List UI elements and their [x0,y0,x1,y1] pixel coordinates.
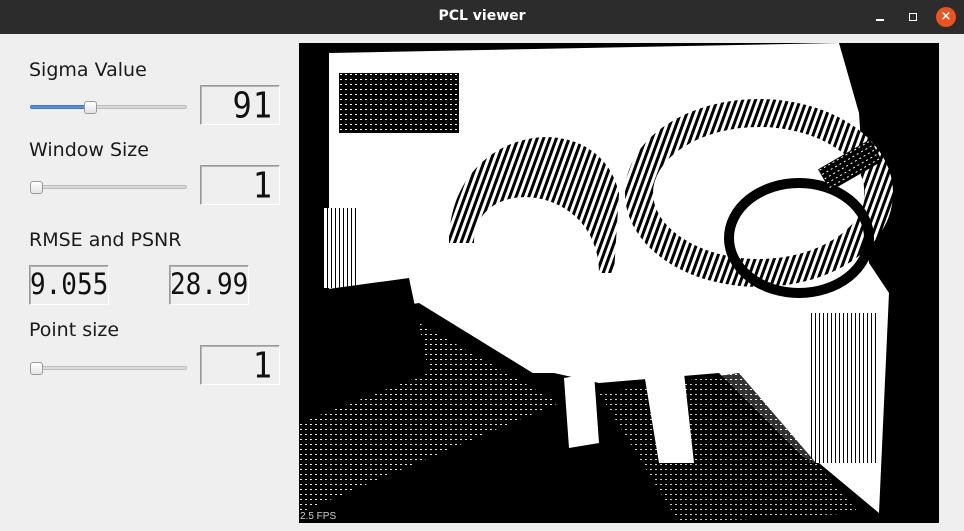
right-shelf [809,313,879,463]
window-title: PCL viewer [438,8,526,24]
sigma-slider-handle[interactable] [84,101,97,114]
sigma-slider[interactable] [30,101,187,115]
sigma-slider-fill [30,105,90,109]
window-size-slider[interactable] [30,181,187,195]
window-size-label: Window Size [29,139,149,161]
close-icon[interactable]: × [936,7,956,27]
fps-counter: 2.5 FPS [300,511,337,522]
point-size-slider-handle[interactable] [30,362,43,375]
rmse-lcd: 9.055 [29,265,109,305]
point-size-slider[interactable] [30,362,187,376]
left-panel [324,208,359,288]
maximize-icon[interactable] [903,7,923,27]
title-bar: PCL viewer × [0,0,964,34]
point-size-slider-track[interactable] [30,366,187,370]
minimize-icon[interactable] [870,7,890,27]
sigma-label: Sigma Value [29,59,147,81]
rmse-psnr-label: RMSE and PSNR [29,229,182,251]
sigma-lcd: 91 [200,84,280,126]
window-size-slider-handle[interactable] [30,181,43,194]
point-cloud-render [299,43,893,523]
window-size-lcd: 1 [200,164,280,206]
point-size-lcd: 1 [200,344,280,386]
column-left [564,373,599,448]
psnr-lcd: 28.99 [169,265,249,305]
upper-left-wall [339,73,459,133]
window-size-slider-track[interactable] [30,185,187,189]
point-size-label: Point size [29,319,120,341]
point-cloud-viewer[interactable]: 2.5 FPS [299,43,939,523]
